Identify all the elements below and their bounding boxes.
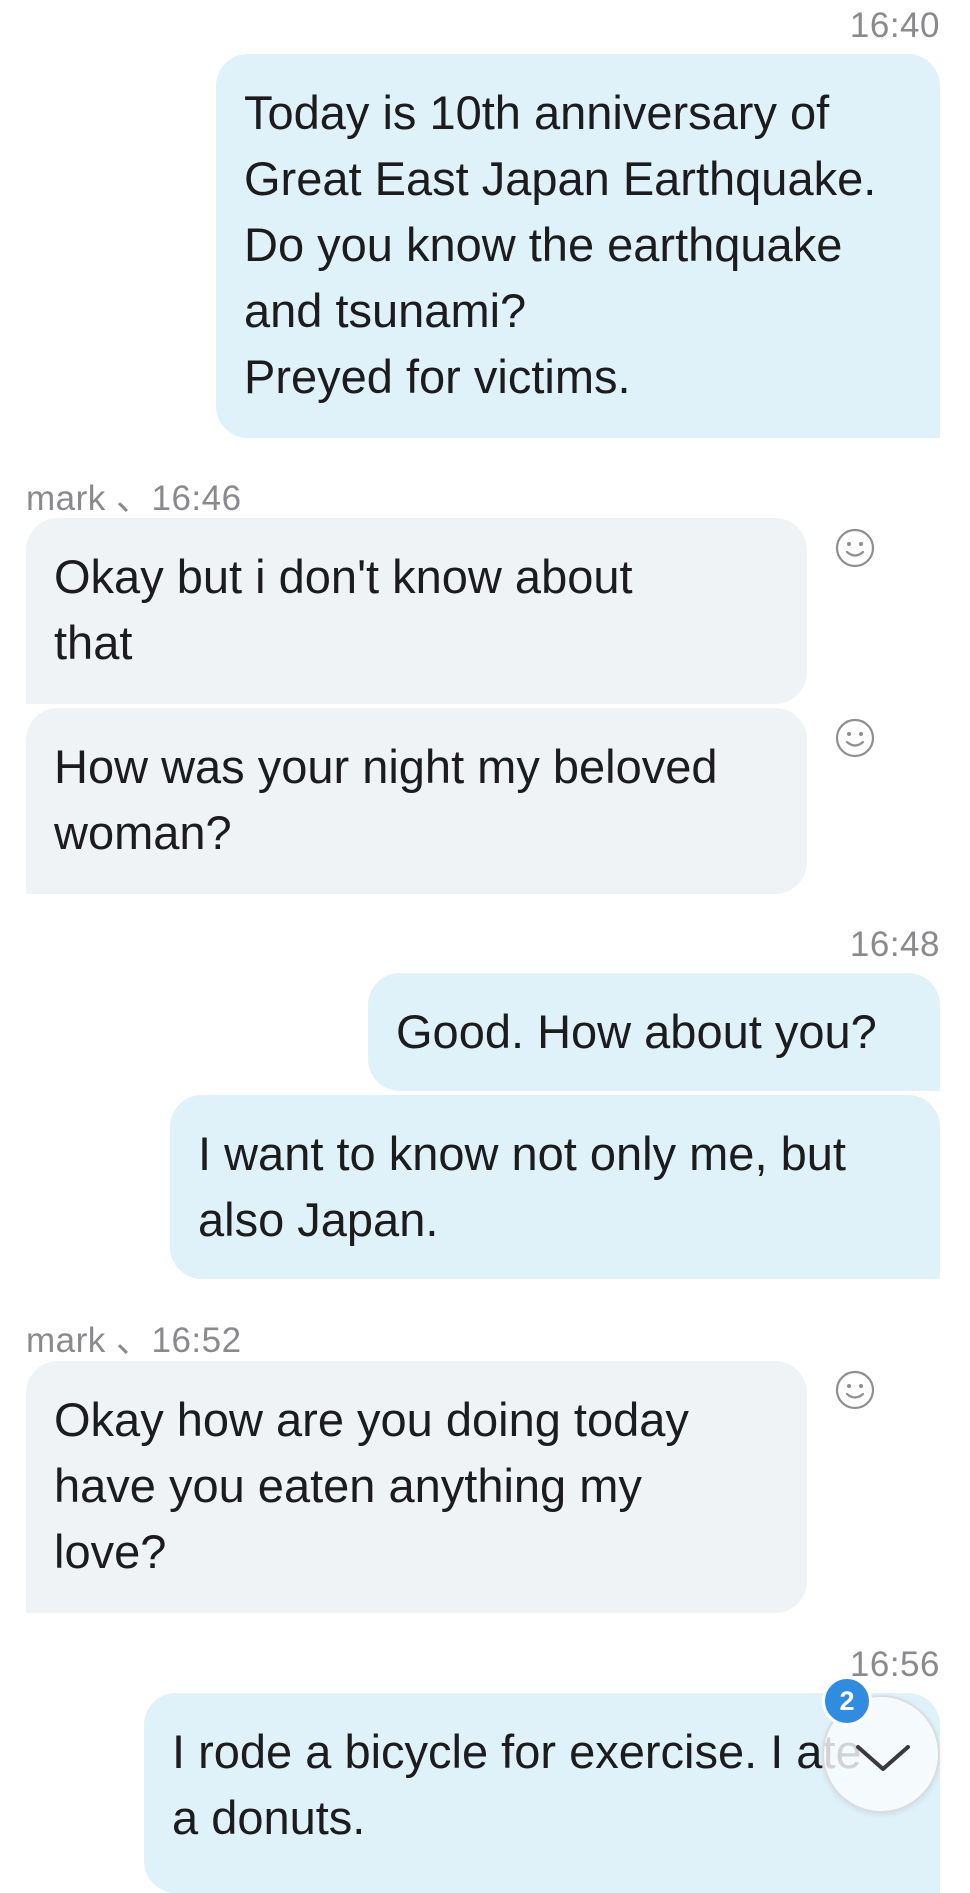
unread-count-badge: 2: [822, 1676, 872, 1726]
smiley-face-icon[interactable]: [835, 718, 875, 758]
smiley-face-icon[interactable]: [835, 528, 875, 568]
incoming-message-bubble[interactable]: Okay how are you doing today have you ea…: [26, 1361, 807, 1613]
sender-name-timestamp: mark 、16:46: [26, 479, 242, 518]
sender-name-timestamp: mark 、16:52: [26, 1321, 242, 1360]
message-timestamp: 16:56: [849, 1645, 940, 1684]
message-timestamp: 16:48: [849, 925, 940, 964]
message-timestamp: 16:40: [849, 6, 940, 45]
chevron-down-icon: [856, 1745, 910, 1771]
outgoing-message-bubble[interactable]: Today is 10th anniversary of Great East …: [216, 54, 940, 438]
outgoing-message-bubble[interactable]: Good. How about you?: [368, 973, 940, 1091]
outgoing-message-bubble[interactable]: I rode a bicycle for exercise. I ate a d…: [144, 1693, 940, 1893]
incoming-message-bubble[interactable]: How was your night my beloved woman?: [26, 708, 807, 894]
incoming-message-bubble[interactable]: Okay but i don't know about that: [26, 518, 807, 704]
smiley-face-icon[interactable]: [835, 1370, 875, 1410]
outgoing-message-bubble[interactable]: I want to know not only me, but also Jap…: [170, 1095, 940, 1279]
